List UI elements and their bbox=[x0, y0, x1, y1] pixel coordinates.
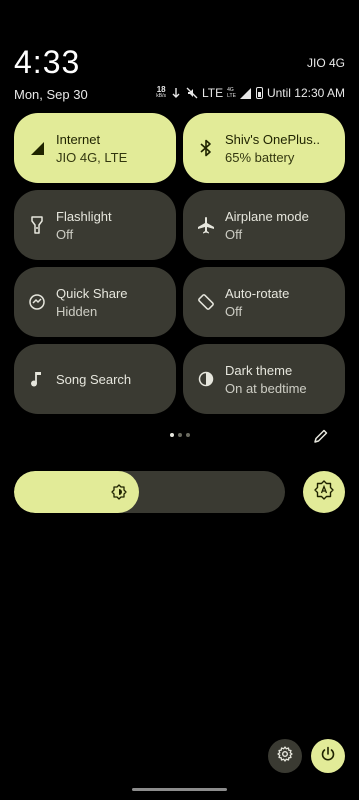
tile-quick-share[interactable]: Quick Share Hidden bbox=[14, 267, 176, 337]
signal-icon bbox=[28, 139, 46, 157]
network-speed: 18 kB/s bbox=[156, 86, 166, 100]
tile-title: Airplane mode bbox=[225, 208, 309, 224]
auto-brightness-button[interactable] bbox=[303, 471, 345, 513]
tile-subtitle: Off bbox=[225, 226, 243, 242]
tile-title: Quick Share bbox=[56, 285, 128, 301]
brightness-slider[interactable] bbox=[14, 471, 285, 513]
edit-pencil-icon[interactable] bbox=[313, 428, 329, 444]
tile-auto-rotate[interactable]: Auto-rotate Off bbox=[183, 267, 345, 337]
tile-title: Dark theme bbox=[225, 362, 293, 378]
auto-brightness-icon bbox=[314, 479, 334, 505]
page-dot bbox=[186, 433, 190, 437]
page-indicator bbox=[170, 433, 190, 437]
bluetooth-icon bbox=[197, 139, 215, 157]
page-dot bbox=[178, 433, 182, 437]
mute-icon bbox=[186, 87, 198, 99]
status-icons: 18 kB/s LTE 4G LTE Until 12:30 AM bbox=[156, 86, 345, 101]
alarm-status: Until 12:30 AM bbox=[266, 86, 345, 100]
airplane-icon bbox=[197, 216, 215, 234]
speed-unit: kB/s bbox=[156, 93, 167, 99]
dark-theme-icon bbox=[197, 370, 215, 388]
speed-value: 18 bbox=[156, 85, 166, 94]
navigation-handle[interactable] bbox=[132, 788, 227, 791]
tile-title: Song Search bbox=[56, 371, 132, 387]
flashlight-icon bbox=[28, 216, 46, 234]
tile-subtitle: Off bbox=[56, 226, 74, 242]
rotate-icon bbox=[197, 293, 215, 311]
tile-title: Internet bbox=[56, 131, 101, 147]
tile-dark-theme[interactable]: Dark theme On at bedtime bbox=[183, 344, 345, 414]
tile-airplane-mode[interactable]: Airplane mode Off bbox=[183, 190, 345, 260]
settings-button[interactable] bbox=[268, 739, 302, 773]
tile-internet[interactable]: Internet JIO 4G, LTE bbox=[14, 113, 176, 183]
secondary-network: 4G LTE bbox=[227, 87, 236, 99]
tile-song-search[interactable]: Song Search bbox=[14, 344, 176, 414]
quick-share-icon bbox=[28, 293, 46, 311]
power-icon bbox=[320, 746, 336, 767]
tile-title: Shiv's OnePlus.. bbox=[225, 131, 320, 147]
tile-subtitle: Off bbox=[225, 303, 243, 319]
page-dot bbox=[170, 433, 174, 437]
gear-icon bbox=[277, 745, 293, 767]
brightness-icon bbox=[111, 484, 127, 500]
clock[interactable]: 4:33 bbox=[14, 44, 80, 81]
music-note-icon bbox=[28, 370, 46, 388]
tile-title: Auto-rotate bbox=[225, 285, 290, 301]
network-type: LTE bbox=[202, 86, 224, 100]
tile-flashlight[interactable]: Flashlight Off bbox=[14, 190, 176, 260]
tile-bluetooth[interactable]: Shiv's OnePlus.. 65% battery bbox=[183, 113, 345, 183]
date[interactable]: Mon, Sep 30 bbox=[14, 87, 88, 102]
carrier-label: JIO 4G bbox=[306, 56, 345, 70]
tile-subtitle: 65% battery bbox=[225, 149, 295, 165]
tile-title: Flashlight bbox=[56, 208, 112, 224]
power-button[interactable] bbox=[311, 739, 345, 773]
signal-strength-icon bbox=[240, 87, 252, 99]
download-arrow-icon bbox=[170, 87, 182, 99]
tile-subtitle: On at bedtime bbox=[225, 380, 307, 396]
battery-icon bbox=[255, 87, 263, 99]
tile-subtitle: Hidden bbox=[56, 303, 98, 319]
secondary-network-bottom: LTE bbox=[227, 93, 236, 99]
tile-subtitle: JIO 4G, LTE bbox=[56, 149, 128, 165]
